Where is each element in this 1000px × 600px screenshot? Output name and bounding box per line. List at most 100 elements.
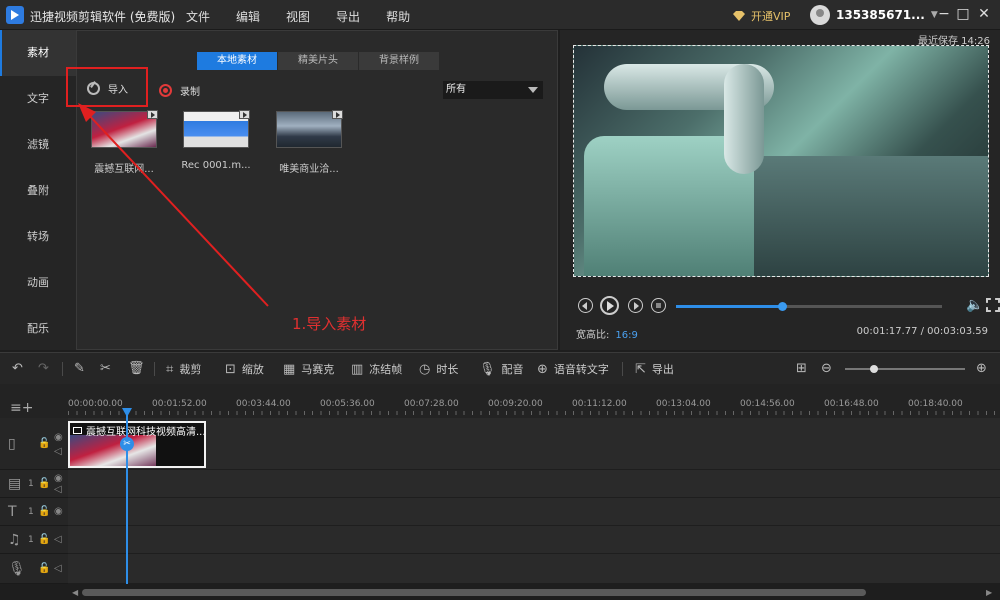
track-header-text: T 1 🔓 ◉	[0, 498, 68, 526]
voiceover-label: 配音	[501, 363, 524, 376]
text-track-lane[interactable]	[68, 498, 1000, 526]
lock-icon[interactable]: 🔓	[38, 534, 50, 545]
timecode: 00:01:17.77 / 00:03:03.59	[856, 326, 988, 337]
speaker-icon[interactable]: ◁	[54, 534, 62, 545]
clip-thumbnail	[70, 435, 156, 466]
volume-icon[interactable]: 🔈	[966, 297, 983, 313]
undo-icon: ↶	[12, 361, 23, 376]
eye-icon[interactable]: ◉	[54, 432, 63, 443]
microphone-icon: 🎙	[479, 361, 496, 377]
playhead-handle[interactable]	[122, 408, 132, 417]
zoom-slider[interactable]	[845, 365, 965, 373]
music-track-lane[interactable]	[68, 526, 1000, 554]
tick-label: 00:14:56.00	[740, 399, 795, 409]
tick-label: 00:01:52.00	[152, 399, 207, 409]
scroll-left-icon[interactable]: ◀	[72, 588, 78, 597]
video-frame-wall	[754, 156, 988, 276]
play-button[interactable]	[600, 296, 619, 315]
playback-controls: 🔈	[576, 296, 1000, 316]
freeze-frame-button[interactable]: ▥ 冻结帧	[351, 361, 402, 377]
tick-label: 00:16:48.00	[824, 399, 879, 409]
tick-label: 00:18:40.00	[908, 399, 963, 409]
voice-track-lane[interactable]	[68, 554, 1000, 584]
fit-timeline-button[interactable]: ⊞	[796, 361, 813, 376]
crop-icon: ⌗	[166, 361, 174, 377]
lock-icon[interactable]: 🔓	[38, 478, 50, 489]
lock-icon[interactable]: 🔓	[38, 506, 50, 517]
speaker-icon[interactable]: ◁	[54, 484, 62, 495]
scrollbar-thumb[interactable]	[82, 589, 866, 596]
lock-icon[interactable]: 🔓	[38, 438, 50, 449]
freeze-label: 冻结帧	[369, 363, 403, 376]
zoom-out-button[interactable]: ⊖	[821, 361, 838, 376]
crop-label: 裁剪	[179, 363, 202, 376]
lock-icon[interactable]: 🔓	[38, 563, 50, 574]
duration-label: 时长	[436, 363, 459, 376]
aspect-value[interactable]: 16:9	[615, 330, 637, 341]
split-at-playhead-icon[interactable]: ✂	[120, 437, 134, 451]
redo-button[interactable]: ↷	[38, 361, 55, 376]
clip-name: 震撼互联网科技视频高清...	[86, 427, 206, 438]
previous-frame-button[interactable]	[578, 298, 593, 313]
fit-icon: ⊞	[796, 361, 807, 376]
track-number: 1	[28, 479, 34, 489]
video-preview	[573, 45, 989, 277]
timeline-clip[interactable]: 震撼互联网科技视频高清...	[68, 421, 206, 468]
edit-button[interactable]: ✎	[74, 361, 91, 376]
seek-bar[interactable]	[676, 302, 942, 311]
tick-label: 00:00:00.00	[68, 399, 123, 409]
aspect-label: 宽高比:	[576, 330, 610, 341]
aspect-ratio: 宽高比: 16:9	[576, 326, 638, 341]
track-header-music: ♫ 1 🔓 ◁	[0, 526, 68, 554]
clock-icon: ◷	[419, 361, 431, 377]
next-frame-button[interactable]	[628, 298, 643, 313]
fullscreen-icon[interactable]	[986, 298, 1000, 312]
tick-label: 00:05:36.00	[320, 399, 375, 409]
zoom-in-icon: ⊕	[976, 361, 987, 376]
speaker-icon[interactable]: ◁	[54, 563, 62, 574]
undo-button[interactable]: ↶	[12, 361, 29, 376]
zoom-in-button[interactable]: ⊕	[976, 361, 993, 376]
eye-icon[interactable]: ◉	[54, 506, 63, 517]
split-button[interactable]: ✂	[100, 361, 117, 376]
stop-button[interactable]	[651, 298, 666, 313]
zoom-slider-handle[interactable]	[869, 365, 878, 373]
add-track-icon[interactable]: ≡+	[10, 400, 33, 416]
divider	[154, 362, 155, 376]
zoom-button[interactable]: ⊡ 缩放	[225, 361, 264, 377]
divider	[62, 362, 63, 376]
delete-button[interactable]: 🗑	[128, 361, 151, 376]
speaker-icon[interactable]: ◁	[54, 446, 62, 457]
tick-label: 00:03:44.00	[236, 399, 291, 409]
freeze-icon: ▥	[351, 361, 364, 377]
preview-panel: 最近保存 14:26 🔈 宽高比: 16:9 00:01:17.77 / 00:0…	[560, 30, 1000, 350]
speech-to-text-label: 语音转文字	[553, 363, 609, 376]
track-header-pip: ▤ 1 🔓 ◉ ◁	[0, 470, 68, 498]
mosaic-button[interactable]: ▦ 马赛克	[283, 361, 334, 377]
seek-handle[interactable]	[778, 302, 788, 311]
film-icon: ▤	[8, 476, 22, 492]
mosaic-icon: ▦	[283, 361, 296, 377]
divider	[622, 362, 623, 376]
video-track-lane[interactable]	[68, 418, 1000, 470]
track-header-voice: 🎙 🔓 ◁	[0, 554, 68, 584]
export-button[interactable]: ⇱ 导出	[635, 361, 674, 377]
eye-icon[interactable]: ◉	[54, 473, 63, 484]
scissors-icon: ✂	[100, 361, 111, 376]
microphone-icon: 🎙	[8, 561, 26, 577]
timeline-scrollbar[interactable]: ◀ ▶	[68, 585, 1000, 600]
speech-icon: ⊕	[537, 361, 548, 377]
edit-toolbar: ↶ ↷ ✎ ✂ 🗑 ⌗ 裁剪 ⊡ 缩放 ▦ 马赛克 ▥ 冻结帧 ◷ 时长 🎙 配音 ⊕ 语音转…	[0, 352, 1000, 384]
scroll-right-icon[interactable]: ▶	[986, 588, 992, 597]
zoom-label: 缩放	[241, 363, 264, 376]
duration-button[interactable]: ◷ 时长	[419, 361, 458, 377]
track-number: 1	[28, 507, 34, 517]
export-label: 导出	[651, 363, 674, 376]
voiceover-button[interactable]: 🎙 配音	[479, 361, 524, 377]
pip-track-lane[interactable]	[68, 470, 1000, 498]
clip-title: 震撼互联网科技视频高清...	[73, 423, 206, 438]
tick-label: 00:07:28.00	[404, 399, 459, 409]
tick-label: 00:11:12.00	[572, 399, 627, 409]
speech-to-text-button[interactable]: ⊕ 语音转文字	[537, 361, 609, 377]
crop-button[interactable]: ⌗ 裁剪	[166, 361, 201, 377]
